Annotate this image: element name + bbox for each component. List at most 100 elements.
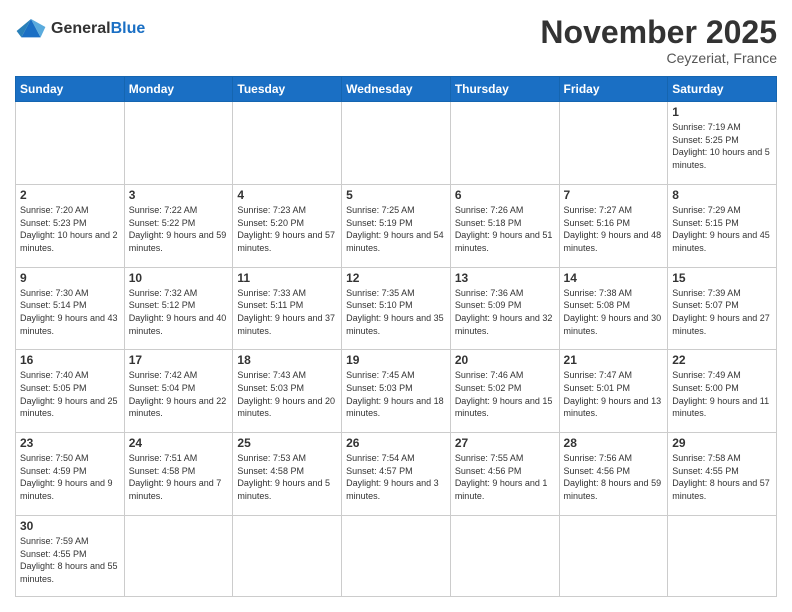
day-cell-2-6: 15Sunrise: 7:39 AM Sunset: 5:07 PM Dayli… xyxy=(668,267,777,350)
day-number: 15 xyxy=(672,271,772,285)
day-cell-0-5 xyxy=(559,102,668,185)
day-number: 26 xyxy=(346,436,446,450)
main-title: November 2025 xyxy=(540,15,777,50)
day-info: Sunrise: 7:26 AM Sunset: 5:18 PM Dayligh… xyxy=(455,204,555,254)
weekday-header-row: Sunday Monday Tuesday Wednesday Thursday… xyxy=(16,77,777,102)
header-saturday: Saturday xyxy=(668,77,777,102)
day-number: 28 xyxy=(564,436,664,450)
day-cell-0-4 xyxy=(450,102,559,185)
day-cell-2-2: 11 Sunrise: 7:33 AM Sunset: 5:11 PM Dayli… xyxy=(233,267,342,350)
day-info: Sunrise: 7:58 AM Sunset: 4:55 PM Dayligh… xyxy=(672,452,772,502)
day-cell-0-3 xyxy=(342,102,451,185)
day-cell-1-1: 3 Sunrise: 7:22 AM Sunset: 5:22 PM Daylig… xyxy=(124,184,233,267)
logo: GeneralBlue xyxy=(15,15,145,43)
logo-text: GeneralBlue xyxy=(51,20,145,38)
day-number: 4 xyxy=(237,188,337,202)
day-number: 18 xyxy=(237,353,337,367)
day-number: 14 xyxy=(564,271,664,285)
day-cell-1-6: 8 Sunrise: 7:29 AM Sunset: 5:15 PM Daylig… xyxy=(668,184,777,267)
week-row-1: 1Sunrise: 7:19 AM Sunset: 5:25 PM Daylig… xyxy=(16,102,777,185)
day-cell-4-3: 26 Sunrise: 7:54 AM Sunset: 4:57 PM Dayli… xyxy=(342,433,451,516)
day-number: 11 xyxy=(237,271,337,285)
day-info: Sunrise: 7:36 AM Sunset: 5:09 PM Dayligh… xyxy=(455,287,555,337)
day-cell-1-0: 2Sunrise: 7:20 AM Sunset: 5:23 PM Daylig… xyxy=(16,184,125,267)
day-cell-5-2 xyxy=(233,516,342,597)
day-cell-4-5: 28 Sunrise: 7:56 AM Sunset: 4:56 PM Dayli… xyxy=(559,433,668,516)
day-info: Sunrise: 7:43 AM Sunset: 5:03 PM Dayligh… xyxy=(237,369,337,419)
day-number: 16 xyxy=(20,353,120,367)
day-cell-5-5 xyxy=(559,516,668,597)
day-info: Sunrise: 7:53 AM Sunset: 4:58 PM Dayligh… xyxy=(237,452,337,502)
day-number: 22 xyxy=(672,353,772,367)
day-cell-3-4: 20 Sunrise: 7:46 AM Sunset: 5:02 PM Dayli… xyxy=(450,350,559,433)
header-friday: Friday xyxy=(559,77,668,102)
day-cell-0-1 xyxy=(124,102,233,185)
day-cell-0-6: 1Sunrise: 7:19 AM Sunset: 5:25 PM Daylig… xyxy=(668,102,777,185)
day-cell-2-3: 12Sunrise: 7:35 AM Sunset: 5:10 PM Dayli… xyxy=(342,267,451,350)
day-info: Sunrise: 7:46 AM Sunset: 5:02 PM Dayligh… xyxy=(455,369,555,419)
day-number: 21 xyxy=(564,353,664,367)
day-cell-2-5: 14Sunrise: 7:38 AM Sunset: 5:08 PM Dayli… xyxy=(559,267,668,350)
day-number: 3 xyxy=(129,188,229,202)
calendar-table: Sunday Monday Tuesday Wednesday Thursday… xyxy=(15,76,777,597)
day-cell-4-6: 29Sunrise: 7:58 AM Sunset: 4:55 PM Dayli… xyxy=(668,433,777,516)
day-number: 20 xyxy=(455,353,555,367)
day-cell-0-2 xyxy=(233,102,342,185)
header-thursday: Thursday xyxy=(450,77,559,102)
day-info: Sunrise: 7:54 AM Sunset: 4:57 PM Dayligh… xyxy=(346,452,446,502)
day-cell-2-0: 9 Sunrise: 7:30 AM Sunset: 5:14 PM Daylig… xyxy=(16,267,125,350)
day-cell-3-5: 21Sunrise: 7:47 AM Sunset: 5:01 PM Dayli… xyxy=(559,350,668,433)
week-row-5: 23Sunrise: 7:50 AM Sunset: 4:59 PM Dayli… xyxy=(16,433,777,516)
day-number: 7 xyxy=(564,188,664,202)
header-monday: Monday xyxy=(124,77,233,102)
page: GeneralBlue November 2025 Ceyzeriat, Fra… xyxy=(0,0,792,612)
day-number: 13 xyxy=(455,271,555,285)
day-info: Sunrise: 7:40 AM Sunset: 5:05 PM Dayligh… xyxy=(20,369,120,419)
day-cell-5-0: 30Sunrise: 7:59 AM Sunset: 4:55 PM Dayli… xyxy=(16,516,125,597)
day-info: Sunrise: 7:22 AM Sunset: 5:22 PM Dayligh… xyxy=(129,204,229,254)
day-number: 6 xyxy=(455,188,555,202)
day-cell-5-1 xyxy=(124,516,233,597)
day-cell-3-6: 22 Sunrise: 7:49 AM Sunset: 5:00 PM Dayli… xyxy=(668,350,777,433)
day-info: Sunrise: 7:27 AM Sunset: 5:16 PM Dayligh… xyxy=(564,204,664,254)
day-info: Sunrise: 7:19 AM Sunset: 5:25 PM Dayligh… xyxy=(672,121,772,171)
day-cell-1-3: 5Sunrise: 7:25 AM Sunset: 5:19 PM Daylig… xyxy=(342,184,451,267)
day-number: 19 xyxy=(346,353,446,367)
day-info: Sunrise: 7:33 AM Sunset: 5:11 PM Dayligh… xyxy=(237,287,337,337)
day-info: Sunrise: 7:56 AM Sunset: 4:56 PM Dayligh… xyxy=(564,452,664,502)
day-cell-4-1: 24Sunrise: 7:51 AM Sunset: 4:58 PM Dayli… xyxy=(124,433,233,516)
day-number: 30 xyxy=(20,519,120,533)
day-info: Sunrise: 7:32 AM Sunset: 5:12 PM Dayligh… xyxy=(129,287,229,337)
day-cell-0-0 xyxy=(16,102,125,185)
day-number: 27 xyxy=(455,436,555,450)
header: GeneralBlue November 2025 Ceyzeriat, Fra… xyxy=(15,15,777,66)
day-number: 8 xyxy=(672,188,772,202)
day-cell-2-4: 13 Sunrise: 7:36 AM Sunset: 5:09 PM Dayli… xyxy=(450,267,559,350)
day-info: Sunrise: 7:49 AM Sunset: 5:00 PM Dayligh… xyxy=(672,369,772,419)
day-info: Sunrise: 7:55 AM Sunset: 4:56 PM Dayligh… xyxy=(455,452,555,502)
day-cell-5-4 xyxy=(450,516,559,597)
day-cell-5-3 xyxy=(342,516,451,597)
day-cell-4-2: 25Sunrise: 7:53 AM Sunset: 4:58 PM Dayli… xyxy=(233,433,342,516)
week-row-2: 2Sunrise: 7:20 AM Sunset: 5:23 PM Daylig… xyxy=(16,184,777,267)
day-number: 9 xyxy=(20,271,120,285)
day-cell-2-1: 10Sunrise: 7:32 AM Sunset: 5:12 PM Dayli… xyxy=(124,267,233,350)
title-block: November 2025 Ceyzeriat, France xyxy=(540,15,777,66)
day-cell-3-2: 18 Sunrise: 7:43 AM Sunset: 5:03 PM Dayli… xyxy=(233,350,342,433)
day-info: Sunrise: 7:51 AM Sunset: 4:58 PM Dayligh… xyxy=(129,452,229,502)
logo-icon xyxy=(15,15,47,43)
day-info: Sunrise: 7:20 AM Sunset: 5:23 PM Dayligh… xyxy=(20,204,120,254)
header-sunday: Sunday xyxy=(16,77,125,102)
subtitle: Ceyzeriat, France xyxy=(540,50,777,66)
day-cell-3-0: 16 Sunrise: 7:40 AM Sunset: 5:05 PM Dayli… xyxy=(16,350,125,433)
header-tuesday: Tuesday xyxy=(233,77,342,102)
day-cell-1-4: 6 Sunrise: 7:26 AM Sunset: 5:18 PM Daylig… xyxy=(450,184,559,267)
day-number: 5 xyxy=(346,188,446,202)
day-info: Sunrise: 7:29 AM Sunset: 5:15 PM Dayligh… xyxy=(672,204,772,254)
day-info: Sunrise: 7:35 AM Sunset: 5:10 PM Dayligh… xyxy=(346,287,446,337)
day-number: 23 xyxy=(20,436,120,450)
day-info: Sunrise: 7:30 AM Sunset: 5:14 PM Dayligh… xyxy=(20,287,120,337)
week-row-6: 30Sunrise: 7:59 AM Sunset: 4:55 PM Dayli… xyxy=(16,516,777,597)
day-info: Sunrise: 7:23 AM Sunset: 5:20 PM Dayligh… xyxy=(237,204,337,254)
day-number: 17 xyxy=(129,353,229,367)
